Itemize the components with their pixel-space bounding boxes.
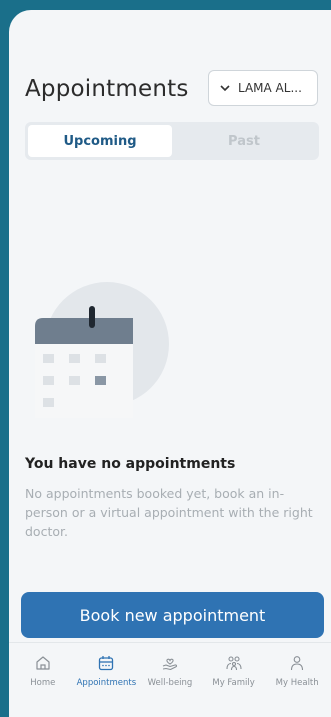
empty-calendar-illustration: [35, 282, 169, 418]
member-selector[interactable]: LAMA AL...: [208, 70, 318, 106]
empty-state-description: No appointments booked yet, book an in-p…: [25, 486, 313, 539]
family-icon: [226, 656, 242, 671]
app-screen: Appointments LAMA AL... Upcoming Past Yo…: [9, 10, 331, 717]
nav-label-home: Home: [30, 678, 56, 688]
nav-label-well-being: Well-being: [147, 678, 193, 688]
hand-heart-icon: [162, 658, 178, 671]
bottom-nav: Home Appointments Well-being My Family M…: [9, 642, 331, 717]
nav-item-my-health[interactable]: My Health: [265, 643, 329, 717]
member-selector-label: LAMA AL...: [238, 81, 302, 95]
nav-label-my-family: My Family: [212, 678, 255, 688]
tab-past[interactable]: Past: [172, 125, 316, 157]
nav-item-home[interactable]: Home: [11, 643, 75, 717]
nav-item-my-family[interactable]: My Family: [202, 643, 266, 717]
nav-item-well-being[interactable]: Well-being: [138, 643, 202, 717]
calendar-icon: [99, 656, 114, 671]
book-appointment-button[interactable]: Book new appointment: [21, 592, 324, 638]
page-title: Appointments: [25, 76, 189, 102]
empty-state-title: You have no appointments: [25, 456, 236, 472]
home-icon: [36, 656, 50, 670]
header: Appointments LAMA AL...: [9, 70, 331, 114]
chevron-down-icon: [220, 85, 230, 92]
appointment-tabs: Upcoming Past: [25, 122, 319, 160]
person-icon: [291, 656, 304, 671]
nav-item-appointments[interactable]: Appointments: [75, 643, 139, 717]
nav-label-appointments: Appointments: [76, 678, 137, 688]
nav-label-my-health: My Health: [275, 678, 319, 688]
tab-upcoming[interactable]: Upcoming: [28, 125, 172, 157]
